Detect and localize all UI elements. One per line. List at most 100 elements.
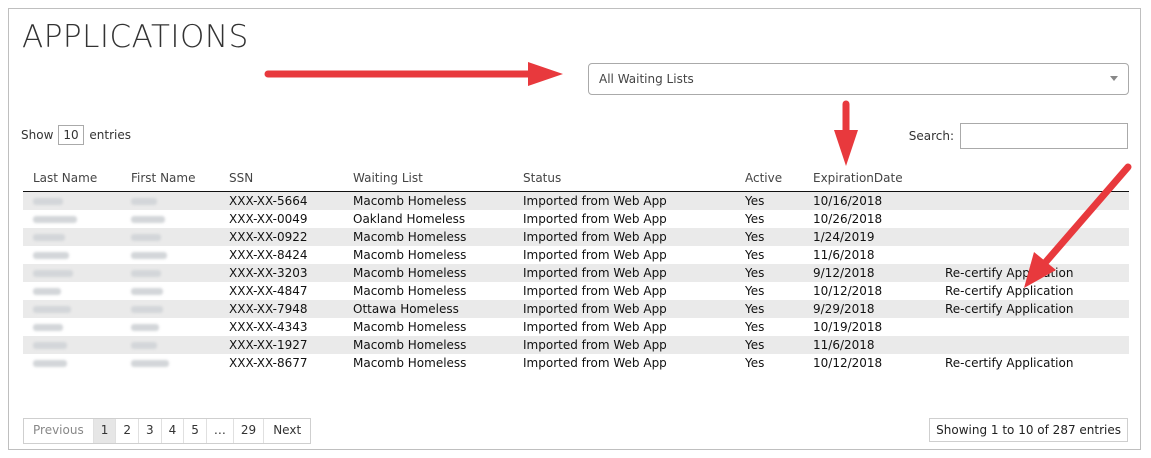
ssn-cell: XXX-XX-3203 bbox=[219, 264, 343, 282]
active-cell: Yes bbox=[745, 248, 765, 262]
waiting-list-cell: Macomb Homeless bbox=[353, 284, 467, 298]
table-header-row: Last Name First Name SSN Waiting List St… bbox=[23, 164, 1129, 192]
ssn-cell: XXX-XX-8424 bbox=[229, 248, 308, 262]
active-cell: Yes bbox=[735, 191, 803, 210]
show-label: Show bbox=[21, 128, 54, 142]
column-header-status[interactable]: Status bbox=[513, 164, 735, 192]
table-row: XXX-XX-0049 Oakland Homeless Imported from… bbox=[23, 210, 1129, 228]
status-cell: Imported from Web App bbox=[513, 191, 735, 210]
redacted-text bbox=[33, 252, 69, 259]
table-row: XXX-XX-4343 Macomb Homeless Imported from … bbox=[23, 318, 1129, 336]
column-header-first-name[interactable]: First Name bbox=[121, 164, 219, 192]
search-input[interactable] bbox=[960, 123, 1128, 149]
waiting-list-cell: Oakland Homeless bbox=[353, 212, 466, 226]
status-cell: Imported from Web App bbox=[513, 228, 735, 246]
column-header-active[interactable]: Active bbox=[735, 164, 803, 192]
ssn-cell: XXX-XX-0049 bbox=[229, 212, 308, 226]
redacted-text bbox=[131, 252, 167, 259]
action-cell bbox=[935, 228, 1129, 246]
expiration-date-cell: 10/12/2018 bbox=[813, 284, 883, 298]
recertify-application-link[interactable]: Re-certify Application bbox=[935, 282, 1129, 300]
table-row: XXX-XX-8424 Macomb Homeless Imported from … bbox=[23, 246, 1129, 264]
action-cell bbox=[935, 191, 1129, 210]
expiration-date-cell: 1/24/2019 bbox=[803, 228, 935, 246]
redacted-text bbox=[33, 360, 67, 367]
redacted-text bbox=[33, 288, 61, 295]
last-name-cell-redacted bbox=[23, 264, 121, 282]
page-button-29[interactable]: 29 bbox=[234, 419, 265, 443]
page-button-1[interactable]: 1 bbox=[93, 419, 117, 443]
waiting-list-cell: Macomb Homeless bbox=[353, 320, 467, 334]
redacted-text bbox=[131, 324, 159, 331]
ssn-cell: XXX-XX-4847 bbox=[229, 284, 308, 298]
expiration-date-cell: 9/12/2018 bbox=[803, 264, 935, 282]
recertify-application-link[interactable]: Re-certify Application bbox=[935, 264, 1129, 282]
table-row: XXX-XX-3203 Macomb Homeless Imported from … bbox=[23, 264, 1129, 282]
redacted-text bbox=[131, 342, 157, 349]
redacted-text bbox=[131, 288, 163, 295]
first-name-cell-redacted bbox=[121, 318, 219, 336]
status-cell: Imported from Web App bbox=[513, 264, 735, 282]
redacted-text bbox=[131, 306, 163, 313]
pagination-ellipsis: … bbox=[207, 419, 234, 443]
page-button-3[interactable]: 3 bbox=[139, 419, 162, 443]
status-cell: Imported from Web App bbox=[523, 320, 667, 334]
active-cell: Yes bbox=[745, 320, 765, 334]
column-header-expiration-date[interactable]: ExpirationDate bbox=[803, 164, 935, 192]
column-header-waiting-list[interactable]: Waiting List bbox=[343, 164, 513, 192]
page-button-5[interactable]: 5 bbox=[184, 419, 207, 443]
entries-label: entries bbox=[89, 128, 131, 142]
redacted-text bbox=[33, 234, 65, 241]
waiting-list-cell: Macomb Homeless bbox=[343, 228, 513, 246]
page-button-2[interactable]: 2 bbox=[116, 419, 139, 443]
expiration-date-cell: 10/26/2018 bbox=[813, 212, 883, 226]
waiting-list-cell: Macomb Homeless bbox=[353, 356, 467, 370]
waiting-list-cell: Macomb Homeless bbox=[353, 248, 467, 262]
redacted-text bbox=[131, 216, 165, 223]
waiting-list-cell: Macomb Homeless bbox=[343, 336, 513, 354]
action-cell bbox=[935, 246, 1129, 264]
last-name-cell-redacted bbox=[23, 300, 121, 318]
page-button-4[interactable]: 4 bbox=[162, 419, 185, 443]
expiration-date-cell: 11/6/2018 bbox=[813, 248, 875, 262]
waiting-list-dropdown[interactable]: All Waiting Lists bbox=[588, 63, 1129, 95]
column-header-ssn[interactable]: SSN bbox=[219, 164, 343, 192]
status-cell: Imported from Web App bbox=[523, 284, 667, 298]
recertify-application-link[interactable]: Re-certify Application bbox=[935, 354, 1129, 372]
active-cell: Yes bbox=[735, 264, 803, 282]
applications-panel: APPLICATIONS All Waiting Lists Show 10 e… bbox=[8, 8, 1141, 450]
page-length-select[interactable]: 10 bbox=[58, 125, 85, 145]
first-name-cell-redacted bbox=[121, 191, 219, 210]
ssn-cell: XXX-XX-4343 bbox=[229, 320, 308, 334]
pagination: Previous 1 2 3 4 5 … 29 Next bbox=[23, 418, 312, 444]
previous-page-button[interactable]: Previous bbox=[24, 419, 94, 443]
expiration-date-cell: 10/19/2018 bbox=[813, 320, 883, 334]
first-name-cell-redacted bbox=[121, 282, 219, 300]
page-length-control: Show 10 entries bbox=[21, 125, 131, 145]
waiting-list-cell: Macomb Homeless bbox=[343, 191, 513, 210]
first-name-cell-redacted bbox=[121, 264, 219, 282]
next-page-button[interactable]: Next bbox=[264, 419, 310, 443]
active-cell: Yes bbox=[745, 356, 765, 370]
recertify-application-link[interactable]: Re-certify Application bbox=[935, 300, 1129, 318]
ssn-cell: XXX-XX-0922 bbox=[219, 228, 343, 246]
ssn-cell: XXX-XX-8677 bbox=[229, 356, 308, 370]
redacted-text bbox=[131, 234, 161, 241]
table-row: XXX-XX-0922 Macomb Homeless Imported from … bbox=[23, 228, 1129, 246]
active-cell: Yes bbox=[745, 212, 765, 226]
ssn-cell: XXX-XX-5664 bbox=[219, 191, 343, 210]
active-cell: Yes bbox=[745, 284, 765, 298]
waiting-list-cell: Macomb Homeless bbox=[343, 264, 513, 282]
status-cell: Imported from Web App bbox=[513, 336, 735, 354]
redacted-text bbox=[33, 198, 63, 205]
expiration-date-cell: 10/16/2018 bbox=[803, 191, 935, 210]
column-header-last-name[interactable]: Last Name bbox=[23, 164, 121, 192]
column-header-actions bbox=[935, 164, 1129, 192]
last-name-cell-redacted bbox=[23, 210, 121, 228]
redacted-text bbox=[131, 270, 161, 277]
ssn-cell: XXX-XX-7948 bbox=[219, 300, 343, 318]
page-title: APPLICATIONS bbox=[22, 19, 249, 55]
redacted-text bbox=[33, 306, 71, 313]
table-row: XXX-XX-5664 Macomb Homeless Imported from … bbox=[23, 191, 1129, 210]
search-label: Search: bbox=[908, 129, 954, 143]
